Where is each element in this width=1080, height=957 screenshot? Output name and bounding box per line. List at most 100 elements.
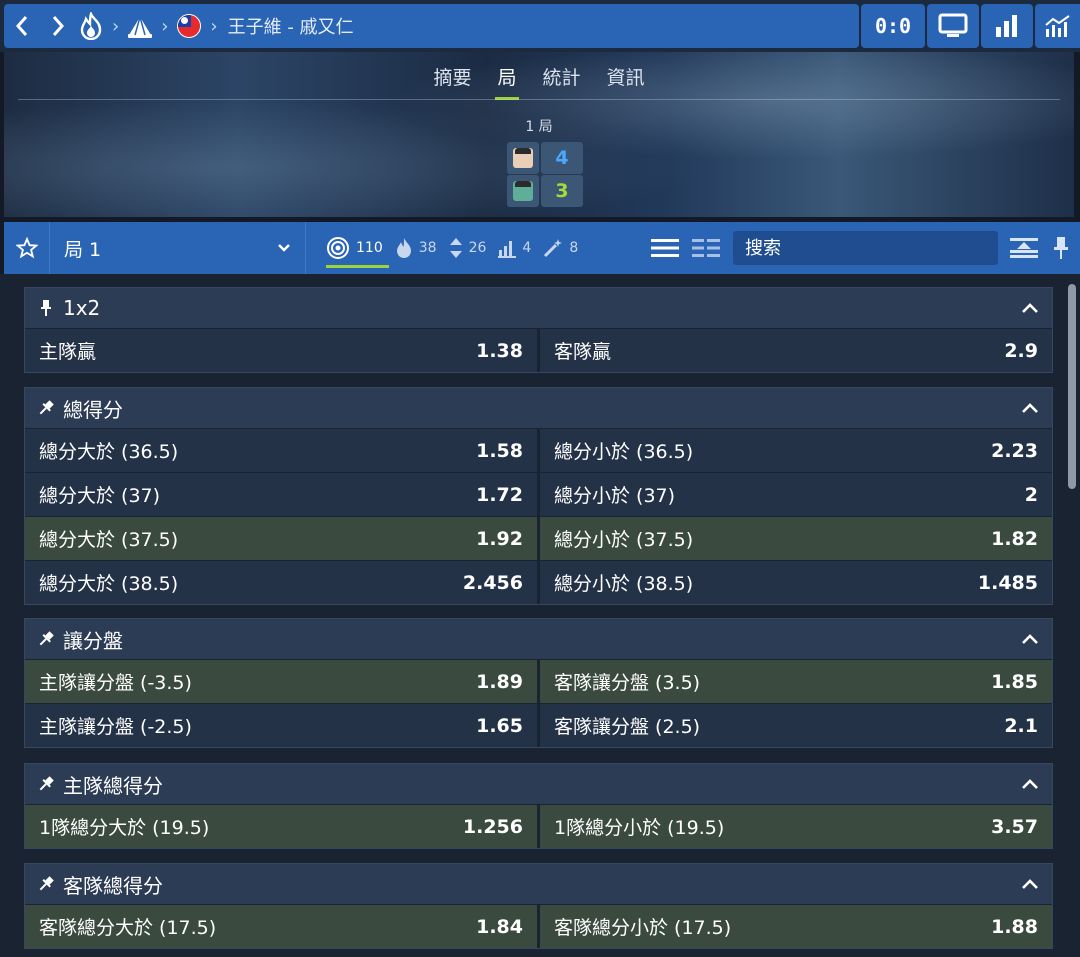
filter-specials[interactable]: 8 <box>537 222 584 274</box>
stats-button[interactable] <box>981 4 1033 48</box>
live-tracker-button[interactable] <box>1035 4 1080 48</box>
market-row: 總分大於 (36.5) 1.58 總分小於 (36.5) 2.23 <box>25 428 1052 472</box>
outcome-odds: 2 <box>1024 483 1038 506</box>
odds-button[interactable]: 客隊總分大於 (17.5) 1.84 <box>25 905 537 948</box>
market-header[interactable]: 總得分 <box>25 388 1052 428</box>
bar-chart-icon <box>996 15 1017 37</box>
chevron-up-icon[interactable] <box>1020 874 1040 894</box>
tab-info[interactable]: 資訊 <box>607 53 645 100</box>
chevron-up-icon[interactable] <box>1020 298 1040 318</box>
filter-popular-count: 38 <box>418 240 437 256</box>
odds-button[interactable]: 總分大於 (37.5) 1.92 <box>25 517 537 560</box>
outcome-odds: 3.57 <box>991 815 1038 838</box>
outcome-odds: 2.456 <box>462 571 523 594</box>
market-row: 客隊總分大於 (17.5) 1.84 客隊總分小於 (17.5) 1.88 <box>25 904 1052 948</box>
odds-button[interactable]: 客隊讓分盤 (3.5) 1.85 <box>537 660 1052 703</box>
live-fire-icon[interactable] <box>76 11 106 41</box>
market-total-points: 總得分 總分大於 (36.5) 1.58 總分小於 (36.5) 2.23 總分… <box>24 387 1053 605</box>
outcome-label: 客隊讓分盤 (2.5) <box>554 716 701 738</box>
odds-button[interactable]: 總分小於 (37.5) 1.82 <box>537 517 1052 560</box>
odds-button[interactable]: 總分小於 (37) 2 <box>537 473 1052 516</box>
odds-button[interactable]: 總分大於 (36.5) 1.58 <box>25 429 537 472</box>
outcome-odds: 1.485 <box>977 571 1038 594</box>
outcome-odds: 1.72 <box>476 483 523 506</box>
chevron-up-icon[interactable] <box>1020 398 1040 418</box>
outcome-odds: 2.1 <box>1004 714 1038 737</box>
search-input[interactable] <box>745 237 986 259</box>
player-row-away: 3 <box>507 175 583 207</box>
odds-button[interactable]: 總分小於 (38.5) 1.485 <box>537 561 1052 604</box>
filter-handicap[interactable]: 4 <box>492 222 537 274</box>
odds-button[interactable]: 主隊讓分盤 (-3.5) 1.89 <box>25 660 537 703</box>
chevron-up-icon[interactable] <box>1020 774 1040 794</box>
odds-button[interactable]: 主隊讓分盤 (-2.5) 1.65 <box>25 704 537 747</box>
pin-icon[interactable] <box>37 775 55 793</box>
forward-arrow-icon[interactable] <box>40 4 76 48</box>
outcome-odds: 1.256 <box>462 815 523 838</box>
grid-view-icon <box>692 239 720 257</box>
outcome-label: 1隊總分大於 (19.5) <box>39 817 210 839</box>
market-home-total: 主隊總得分 1隊總分大於 (19.5) 1.256 1隊總分小於 (19.5) … <box>24 763 1053 849</box>
odds-button[interactable]: 總分大於 (38.5) 2.456 <box>25 561 537 604</box>
odds-button[interactable]: 客隊贏 2.9 <box>537 329 1052 372</box>
period-select[interactable]: 局 1 <box>50 222 306 274</box>
collapse-all-button[interactable] <box>1004 222 1044 274</box>
hero-divider <box>18 99 1060 100</box>
shuttlecock-icon[interactable] <box>125 11 155 41</box>
taiwan-flag-icon[interactable] <box>174 11 204 41</box>
outcome-label: 總分小於 (38.5) <box>554 573 694 595</box>
period-select-value: 局 1 <box>64 238 102 261</box>
outcome-label: 客隊贏 <box>554 341 612 363</box>
odds-button[interactable]: 總分小於 (36.5) 2.23 <box>537 429 1052 472</box>
scrollbar[interactable] <box>1068 284 1076 489</box>
odds-button[interactable]: 1隊總分大於 (19.5) 1.256 <box>25 805 537 848</box>
pin-icon[interactable] <box>37 630 55 648</box>
match-score: 0:0 <box>861 4 925 48</box>
outcome-label: 主隊讓分盤 (-2.5) <box>39 716 192 738</box>
outcome-label: 主隊贏 <box>39 341 97 363</box>
player-row-home: 4 <box>507 142 583 174</box>
tab-summary[interactable]: 摘要 <box>433 53 471 100</box>
filter-all[interactable]: 110 <box>320 222 389 274</box>
back-arrow-icon[interactable] <box>4 4 40 48</box>
updown-icon <box>449 238 462 258</box>
tv-button[interactable] <box>927 4 979 48</box>
market-header[interactable]: 1x2 <box>25 288 1052 328</box>
odds-button[interactable]: 客隊讓分盤 (2.5) 2.1 <box>537 704 1052 747</box>
list-view-button[interactable] <box>645 222 685 274</box>
avatar <box>507 142 539 174</box>
set-label: 1 局 <box>525 119 553 135</box>
pin-icon[interactable] <box>37 299 55 317</box>
market-row: 總分大於 (37.5) 1.92 總分小於 (37.5) 1.82 <box>25 516 1052 560</box>
outcome-odds: 1.85 <box>991 670 1038 693</box>
home-game-score: 4 <box>541 142 583 174</box>
odds-button[interactable]: 客隊總分小於 (17.5) 1.88 <box>537 905 1052 948</box>
favorite-star-icon[interactable] <box>4 222 50 274</box>
tab-games[interactable]: 局 <box>495 53 519 100</box>
filter-handicap-count: 4 <box>522 240 532 256</box>
pin-icon[interactable] <box>37 399 55 417</box>
chevron-up-icon[interactable] <box>1020 629 1040 649</box>
odds-button[interactable]: 總分大於 (37) 1.72 <box>25 473 537 516</box>
outcome-label: 總分小於 (36.5) <box>554 441 694 463</box>
market-header[interactable]: 讓分盤 <box>25 619 1052 659</box>
grid-view-button[interactable] <box>686 222 726 274</box>
fire-icon <box>396 238 411 258</box>
outcome-label: 1隊總分小於 (19.5) <box>554 817 725 839</box>
pin-icon[interactable] <box>37 875 55 893</box>
outcome-odds: 1.65 <box>476 714 523 737</box>
odds-button[interactable]: 1隊總分小於 (19.5) 3.57 <box>537 805 1052 848</box>
tab-statistics[interactable]: 統計 <box>543 53 581 100</box>
odds-button[interactable]: 主隊贏 1.38 <box>25 329 537 372</box>
filter-popular[interactable]: 38 <box>389 222 443 274</box>
market-row: 主隊讓分盤 (-2.5) 1.65 客隊讓分盤 (2.5) 2.1 <box>25 703 1052 747</box>
market-header[interactable]: 客隊總得分 <box>25 864 1052 904</box>
outcome-label: 客隊讓分盤 (3.5) <box>554 672 701 694</box>
pin-toggle-button[interactable] <box>1044 222 1078 274</box>
outcome-odds: 2.23 <box>991 439 1038 462</box>
tv-icon <box>938 13 968 37</box>
market-header[interactable]: 主隊總得分 <box>25 764 1052 804</box>
filter-over-under[interactable]: 26 <box>443 222 493 274</box>
outcome-odds: 1.82 <box>991 527 1038 550</box>
list-view-icon <box>651 239 679 257</box>
